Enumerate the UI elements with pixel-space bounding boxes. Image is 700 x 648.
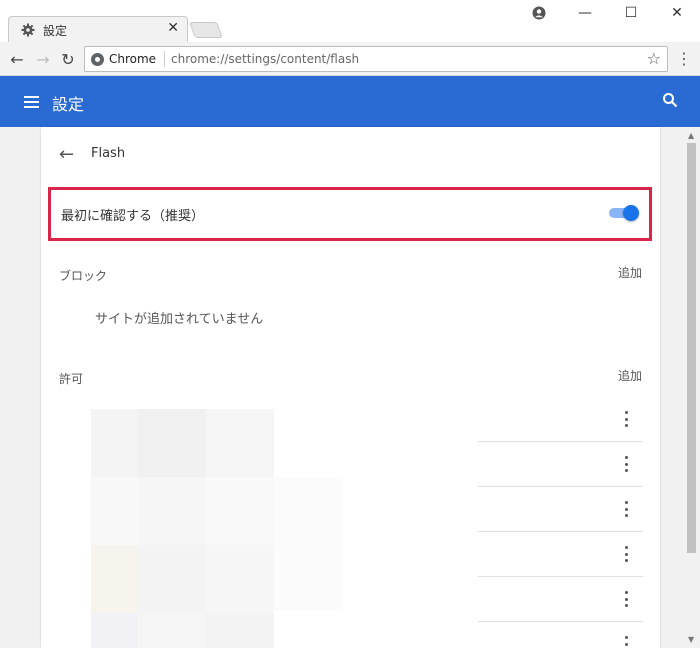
search-icon[interactable]	[662, 92, 678, 108]
row-divider	[478, 531, 643, 532]
site-row-menu-icon[interactable]	[622, 501, 630, 517]
tab-close-icon[interactable]: ✕	[167, 20, 179, 36]
browser-window: 設定 ✕ — ☐ ✕ ← → ↻ Chrome chrome://setting…	[0, 0, 700, 648]
block-add-button[interactable]: 追加	[618, 264, 642, 281]
flash-settings-card: ← Flash 最初に確認する（推奨） ブロック 追加 サイトが追加されていませ…	[41, 127, 660, 648]
ask-first-toggle[interactable]	[609, 205, 639, 221]
row-divider	[478, 486, 643, 487]
allow-section-label: 許可	[59, 372, 84, 386]
tab-title: 設定	[43, 24, 68, 38]
row-divider	[478, 621, 643, 622]
settings-title: 設定	[52, 95, 85, 114]
bookmark-star-icon[interactable]: ☆	[647, 49, 661, 68]
vertical-scrollbar[interactable]: ▲ ▼	[683, 127, 700, 648]
site-row-menu-icon[interactable]	[622, 636, 630, 648]
gear-icon	[21, 23, 35, 37]
back-button[interactable]: ←	[6, 48, 28, 70]
address-origin: Chrome	[109, 52, 157, 66]
minimize-button[interactable]: —	[562, 0, 608, 26]
block-empty-message: サイトが追加されていません	[95, 312, 264, 327]
site-row-menu-icon[interactable]	[622, 456, 630, 472]
forward-button[interactable]: →	[32, 48, 54, 70]
chrome-page-icon	[91, 53, 104, 66]
ask-first-row[interactable]: 最初に確認する（推奨）	[48, 187, 652, 241]
window-controls: — ☐ ✕	[516, 0, 700, 26]
tab-strip: 設定 ✕ — ☐ ✕	[0, 0, 700, 44]
site-row-menu-icon[interactable]	[622, 411, 630, 427]
row-divider	[478, 441, 643, 442]
browser-menu-button[interactable]: ⋮	[674, 48, 694, 70]
menu-icon[interactable]	[24, 96, 39, 108]
scroll-down-icon[interactable]: ▼	[688, 635, 694, 644]
block-section-label: ブロック	[59, 269, 108, 283]
maximize-button[interactable]: ☐	[608, 0, 654, 26]
close-window-button[interactable]: ✕	[654, 0, 700, 26]
scroll-up-icon[interactable]: ▲	[688, 131, 694, 140]
back-arrow-icon[interactable]: ←	[59, 144, 74, 165]
page-title: Flash	[91, 146, 126, 161]
address-url[interactable]: chrome://settings/content/flash	[171, 52, 359, 66]
address-bar[interactable]: Chrome chrome://settings/content/flash ☆	[84, 46, 668, 72]
scroll-thumb[interactable]	[687, 143, 696, 553]
row-divider	[478, 576, 643, 577]
site-row-menu-icon[interactable]	[622, 546, 630, 562]
tab-settings[interactable]: 設定 ✕	[8, 16, 188, 44]
address-separator	[164, 51, 165, 67]
toggle-knob	[623, 205, 639, 221]
new-tab-button[interactable]	[189, 22, 223, 38]
ask-first-label: 最初に確認する（推奨）	[61, 209, 205, 224]
profile-icon[interactable]	[516, 0, 562, 26]
site-row-menu-icon[interactable]	[622, 591, 630, 607]
settings-header: 設定	[0, 76, 700, 127]
allow-add-button[interactable]: 追加	[618, 367, 642, 384]
browser-toolbar: ← → ↻ Chrome chrome://settings/content/f…	[0, 42, 700, 76]
reload-button[interactable]: ↻	[57, 48, 79, 70]
